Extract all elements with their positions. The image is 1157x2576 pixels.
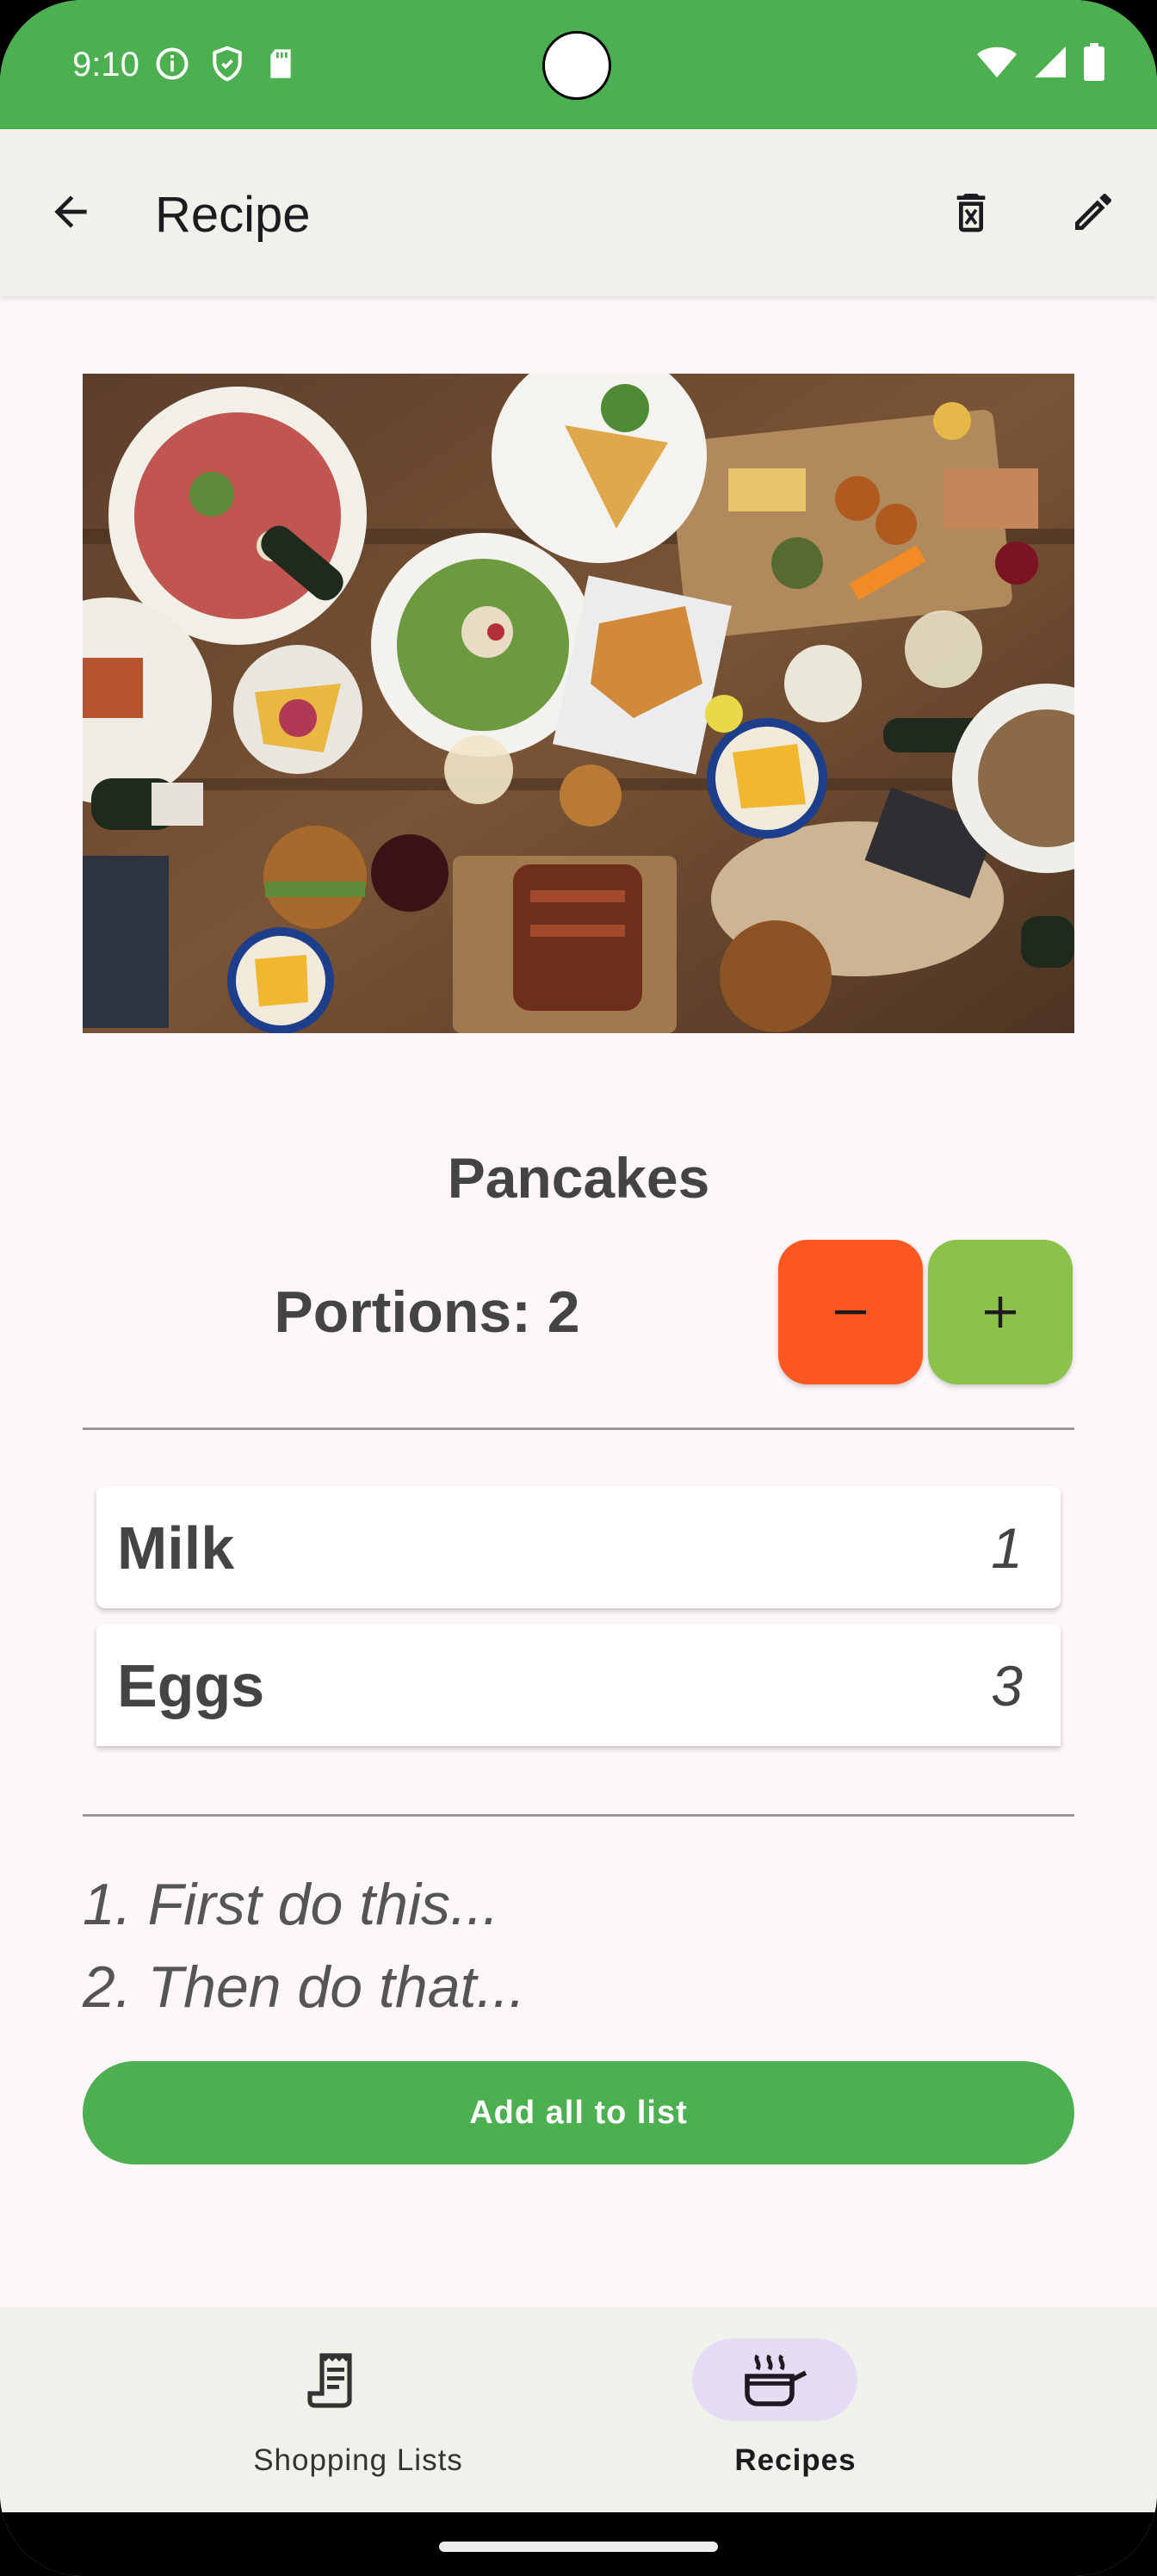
portions-row: Portions: 2 <box>83 1240 1074 1386</box>
food-table-photo <box>83 374 1074 1033</box>
page-title: Recipe <box>155 187 311 243</box>
ingredient-row[interactable]: Milk 1 <box>96 1486 1061 1608</box>
decrease-portions-button[interactable] <box>778 1240 923 1384</box>
plus-icon <box>985 1297 1016 1328</box>
bottom-navigation: Shopping Lists Recipes <box>0 2307 1157 2512</box>
back-button[interactable] <box>29 170 112 253</box>
portions-label: Portions: 2 <box>83 1278 771 1347</box>
screen: 9:10 Recipe Pancakes Portions: 2 Milk 1 … <box>0 0 1157 2576</box>
battery-icon <box>1084 43 1104 81</box>
status-bar: 9:10 <box>0 0 1157 129</box>
ingredient-quantity: 1 <box>991 1516 1023 1580</box>
minus-icon <box>835 1310 866 1315</box>
front-camera <box>542 31 611 100</box>
edit-button[interactable] <box>1052 170 1135 253</box>
ingredient-row[interactable]: Eggs 3 <box>96 1624 1061 1746</box>
recipe-image <box>83 374 1074 1033</box>
ingredient-name: Milk <box>117 1514 235 1582</box>
status-time: 9:10 <box>72 46 139 84</box>
edit-icon <box>1075 194 1111 230</box>
receipt-icon <box>307 2353 352 2408</box>
signal-icon <box>1035 46 1066 77</box>
nav-item-recipes[interactable]: Recipes <box>506 2307 1085 2512</box>
gesture-handle[interactable] <box>439 2542 718 2552</box>
portions-label-text: Portions: <box>274 1279 548 1345</box>
instructions: 1. First do this... 2. Then do that... <box>83 1863 1074 2028</box>
shield-icon <box>213 46 242 82</box>
ingredient-name: Eggs <box>117 1652 265 1719</box>
sd-card-icon <box>270 49 291 78</box>
add-all-to-list-button[interactable]: Add all to list <box>83 2061 1074 2164</box>
wifi-icon <box>977 46 1017 77</box>
increase-portions-button[interactable] <box>928 1240 1073 1384</box>
instruction-line: 2. Then do that... <box>83 1954 526 2020</box>
gesture-bar <box>0 2512 1157 2576</box>
portions-value: 2 <box>547 1279 580 1345</box>
cooking-pot-icon <box>745 2354 807 2406</box>
divider-top <box>83 1427 1074 1430</box>
divider-bottom <box>83 1814 1074 1817</box>
delete-button[interactable] <box>930 170 1012 253</box>
recipe-name: Pancakes <box>447 1146 710 1210</box>
ingredient-quantity: 3 <box>991 1654 1023 1718</box>
instruction-line: 1. First do this... <box>83 1872 499 1937</box>
info-icon <box>156 47 189 80</box>
top-app-bar: Recipe <box>0 129 1157 296</box>
delete-icon <box>956 194 986 232</box>
status-icons-right <box>976 43 1105 81</box>
arrow-back-icon <box>54 195 87 228</box>
status-icons-left <box>153 45 298 83</box>
nav-label: Recipes <box>734 2443 857 2477</box>
